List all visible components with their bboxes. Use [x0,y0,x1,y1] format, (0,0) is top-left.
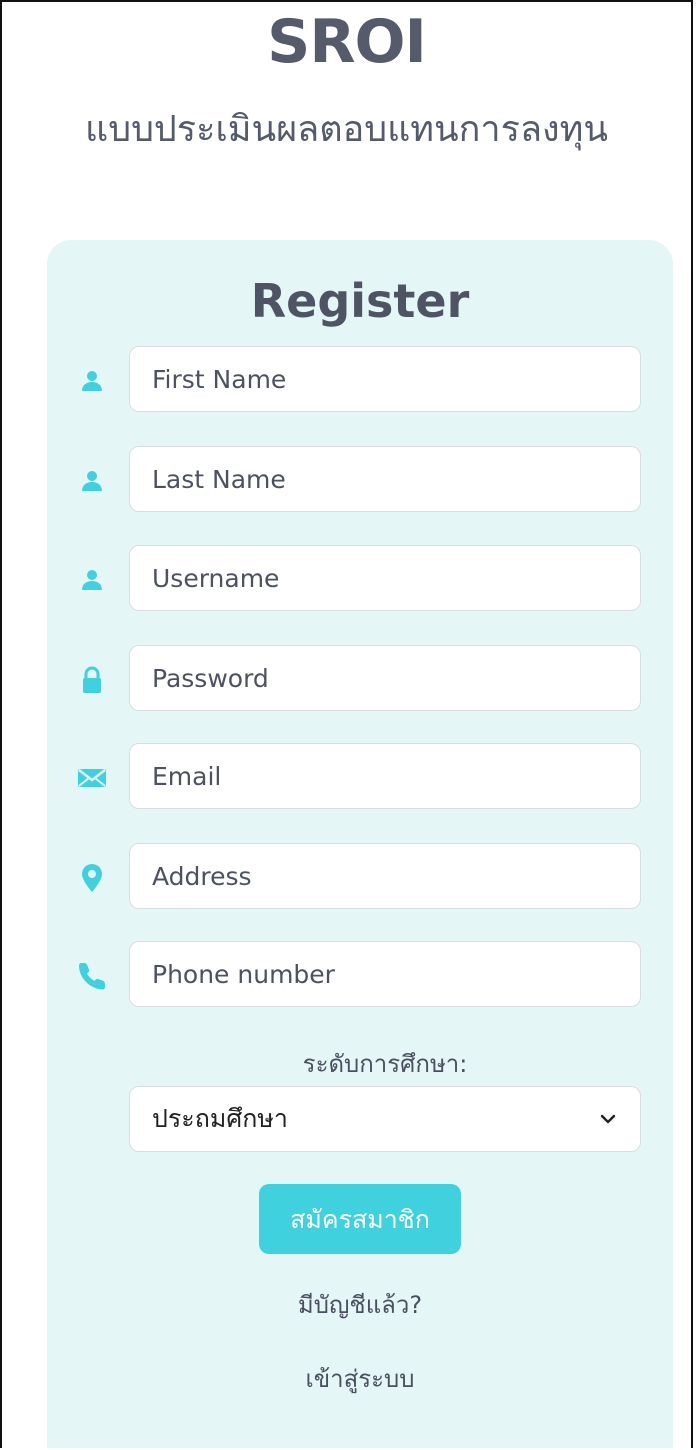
login-link[interactable]: เข้าสู่ระบบ [47,1362,673,1396]
email-input[interactable] [129,743,641,809]
last-name-row [47,446,673,514]
email-row [47,743,673,811]
address-input[interactable] [129,843,641,909]
chevron-down-icon [598,1109,618,1129]
password-input[interactable] [129,645,641,711]
user-icon [77,565,107,595]
user-icon [77,466,107,496]
education-label: ระดับการศึกษา: [302,1050,468,1078]
education-selected-value: ประถมศึกษา [152,1104,288,1133]
password-row [47,645,673,713]
lock-icon [77,665,107,695]
phone-input[interactable] [129,941,641,1007]
have-account-text: มีบัญชีแล้ว? [297,1291,423,1319]
username-row [47,545,673,613]
app-title: SROI [267,7,427,77]
first-name-row [47,346,673,414]
education-select[interactable]: ประถมศึกษา [129,1086,641,1152]
app-subtitle: แบบประเมินผลตอบแทนการลงทุน [85,109,608,150]
register-card: Register First Name Last Name Username E… [47,240,673,1448]
register-title: Register [250,274,470,328]
address-row [47,843,673,911]
page-frame: SROI แบบประเมินผลตอบแทนการลงทุน Register [0,0,693,1448]
user-icon [77,366,107,396]
phone-row [47,941,673,1009]
map-marker-icon [77,863,107,893]
first-name-input[interactable] [129,346,641,412]
envelope-icon [77,763,107,793]
register-button[interactable]: สมัครสมาชิก [259,1184,461,1254]
last-name-input[interactable] [129,446,641,512]
phone-icon [77,961,107,991]
username-input[interactable] [129,545,641,611]
